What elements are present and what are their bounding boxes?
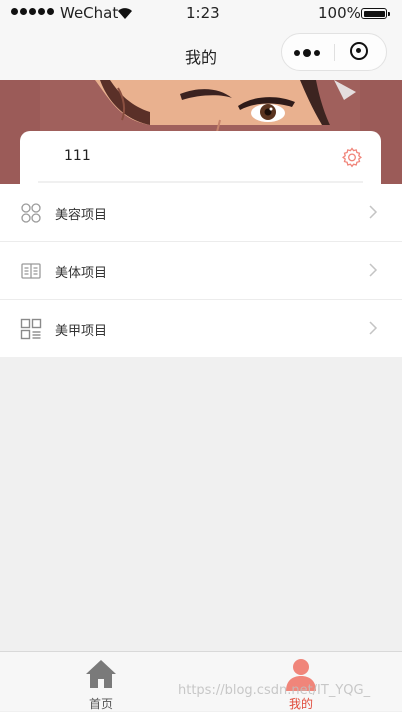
chevron-right-icon [369,263,378,277]
wifi-icon [118,8,132,19]
capsule-divider [334,44,335,61]
status-bar: WeChat 1:23 100% [0,0,402,28]
user-icon [286,659,316,691]
more-options-icon[interactable] [294,49,320,57]
chevron-right-icon [369,205,378,219]
apps-list-icon [20,318,42,340]
signal-icon [11,8,54,15]
menu-label-beauty: 美容项目 [55,208,108,223]
flower-grid-icon [21,203,41,223]
home-icon [86,660,116,688]
settings-gear-icon[interactable] [340,146,364,170]
project-menu: 美容项目 美体项目 美甲项目 [0,184,402,357]
status-time: 1:23 [186,4,220,22]
close-miniprogram-icon[interactable] [350,42,368,60]
username: 111 [64,148,91,164]
battery-percent: 100% [318,4,361,22]
miniprogram-capsule [281,33,387,71]
profile-card: 111 [20,131,381,185]
card-divider [38,181,363,183]
menu-label-body: 美体项目 [55,266,108,281]
menu-item-beauty[interactable]: 美容项目 [0,184,402,242]
tab-home[interactable]: 首页 [46,652,156,711]
book-icon [21,263,41,279]
tab-bar: 首页 我的 [0,651,402,711]
tab-mine[interactable]: 我的 [246,652,356,711]
battery-icon [361,8,390,19]
tab-mine-label: 我的 [288,697,313,711]
carrier-label: WeChat [60,4,119,22]
menu-label-nail: 美甲项目 [55,324,108,339]
menu-item-nail[interactable]: 美甲项目 [0,300,402,357]
menu-item-body[interactable]: 美体项目 [0,242,402,300]
tab-home-label: 首页 [88,697,113,711]
nav-bar: 我的 [0,28,402,80]
chevron-right-icon [369,321,378,335]
